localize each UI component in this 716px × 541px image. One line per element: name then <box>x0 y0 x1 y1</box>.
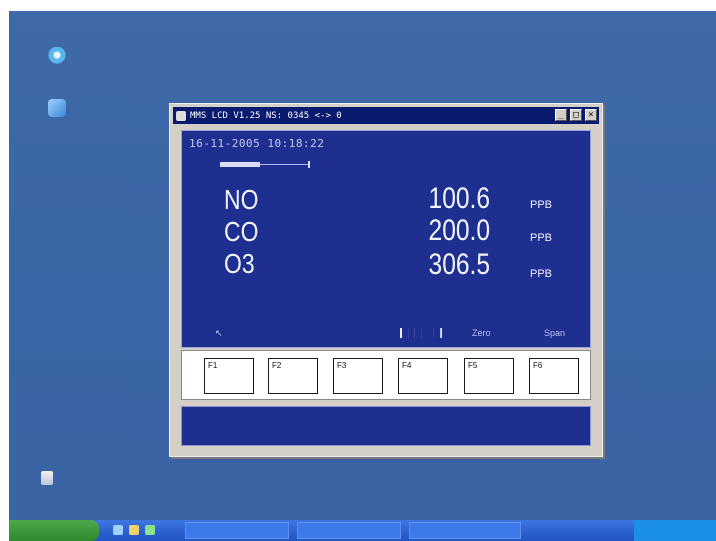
taskbar-item[interactable] <box>185 522 289 539</box>
title-bar[interactable]: MMS LCD V1.25 NS: 0345 <-> 0 _ □ × <box>173 107 599 124</box>
f2-key[interactable]: F2 <box>268 358 318 394</box>
network-desktop-icon[interactable] <box>31 99 83 117</box>
system-tray <box>634 520 716 541</box>
recycle-bin-desktop-icon[interactable] <box>21 471 73 485</box>
f6-key-label: F6 <box>533 361 543 370</box>
softkey-zero[interactable]: Zero <box>472 328 491 338</box>
reading-unit-o3: PPB <box>530 268 553 280</box>
f4-key[interactable]: F4 <box>398 358 448 394</box>
progress-indicator <box>220 161 310 168</box>
taskbar-item[interactable] <box>297 522 401 539</box>
f5-key-label: F5 <box>468 361 478 370</box>
gas-name-o3: O3 <box>224 248 255 279</box>
f1-key-label: F1 <box>208 361 218 370</box>
datetime-readout: 16-11-2005 10:18:22 <box>189 137 325 150</box>
f2-key-label: F2 <box>272 361 282 370</box>
f3-key[interactable]: F3 <box>333 358 383 394</box>
network-icon <box>48 99 66 117</box>
taskbar-item[interactable] <box>409 522 521 539</box>
taskbar <box>9 520 716 541</box>
reading-unit-co: PPB <box>530 232 553 244</box>
my-computer-desktop-icon[interactable] <box>31 47 83 65</box>
maximize-button[interactable]: □ <box>570 109 582 121</box>
quicklaunch-folder-icon[interactable] <box>129 525 139 535</box>
window-title: MMS LCD V1.25 NS: 0345 <-> 0 <box>190 110 342 121</box>
quicklaunch-media-icon[interactable] <box>145 525 155 535</box>
f3-key-label: F3 <box>337 361 347 370</box>
progress-end-marker <box>308 161 310 168</box>
reading-value-o3: 306.5 <box>428 248 490 281</box>
recycle-bin-icon <box>41 471 53 485</box>
softkey-selected[interactable]: ██████ <box>400 328 443 338</box>
start-button[interactable] <box>9 520 99 541</box>
progress-fill <box>220 162 260 167</box>
softkey-span[interactable]: Span <box>544 328 565 338</box>
status-panel <box>181 406 591 446</box>
lcd-display: 16-11-2005 10:18:22 NO 100.6 PPB CO 200.… <box>181 130 591 348</box>
cursor-arrow-icon: ↖ <box>215 329 223 339</box>
reading-value-no: 100.6 <box>428 182 490 215</box>
app-icon <box>176 110 186 121</box>
reading-unit-no: PPB <box>530 199 553 211</box>
gas-name-co: CO <box>224 216 259 247</box>
f6-key[interactable]: F6 <box>529 358 579 394</box>
gas-name-no: NO <box>224 184 259 215</box>
close-button[interactable]: × <box>585 109 597 121</box>
function-key-row: F1 F2 F3 F4 F5 F6 <box>181 350 591 400</box>
app-window[interactable]: MMS LCD V1.25 NS: 0345 <-> 0 _ □ × 16-11… <box>169 103 603 457</box>
f1-key[interactable]: F1 <box>204 358 254 394</box>
reading-value-co: 200.0 <box>428 214 490 247</box>
minimize-button[interactable]: _ <box>555 109 567 121</box>
f4-key-label: F4 <box>402 361 412 370</box>
f5-key[interactable]: F5 <box>464 358 514 394</box>
quicklaunch-ie-icon[interactable] <box>113 525 123 535</box>
my-computer-icon <box>48 47 66 65</box>
